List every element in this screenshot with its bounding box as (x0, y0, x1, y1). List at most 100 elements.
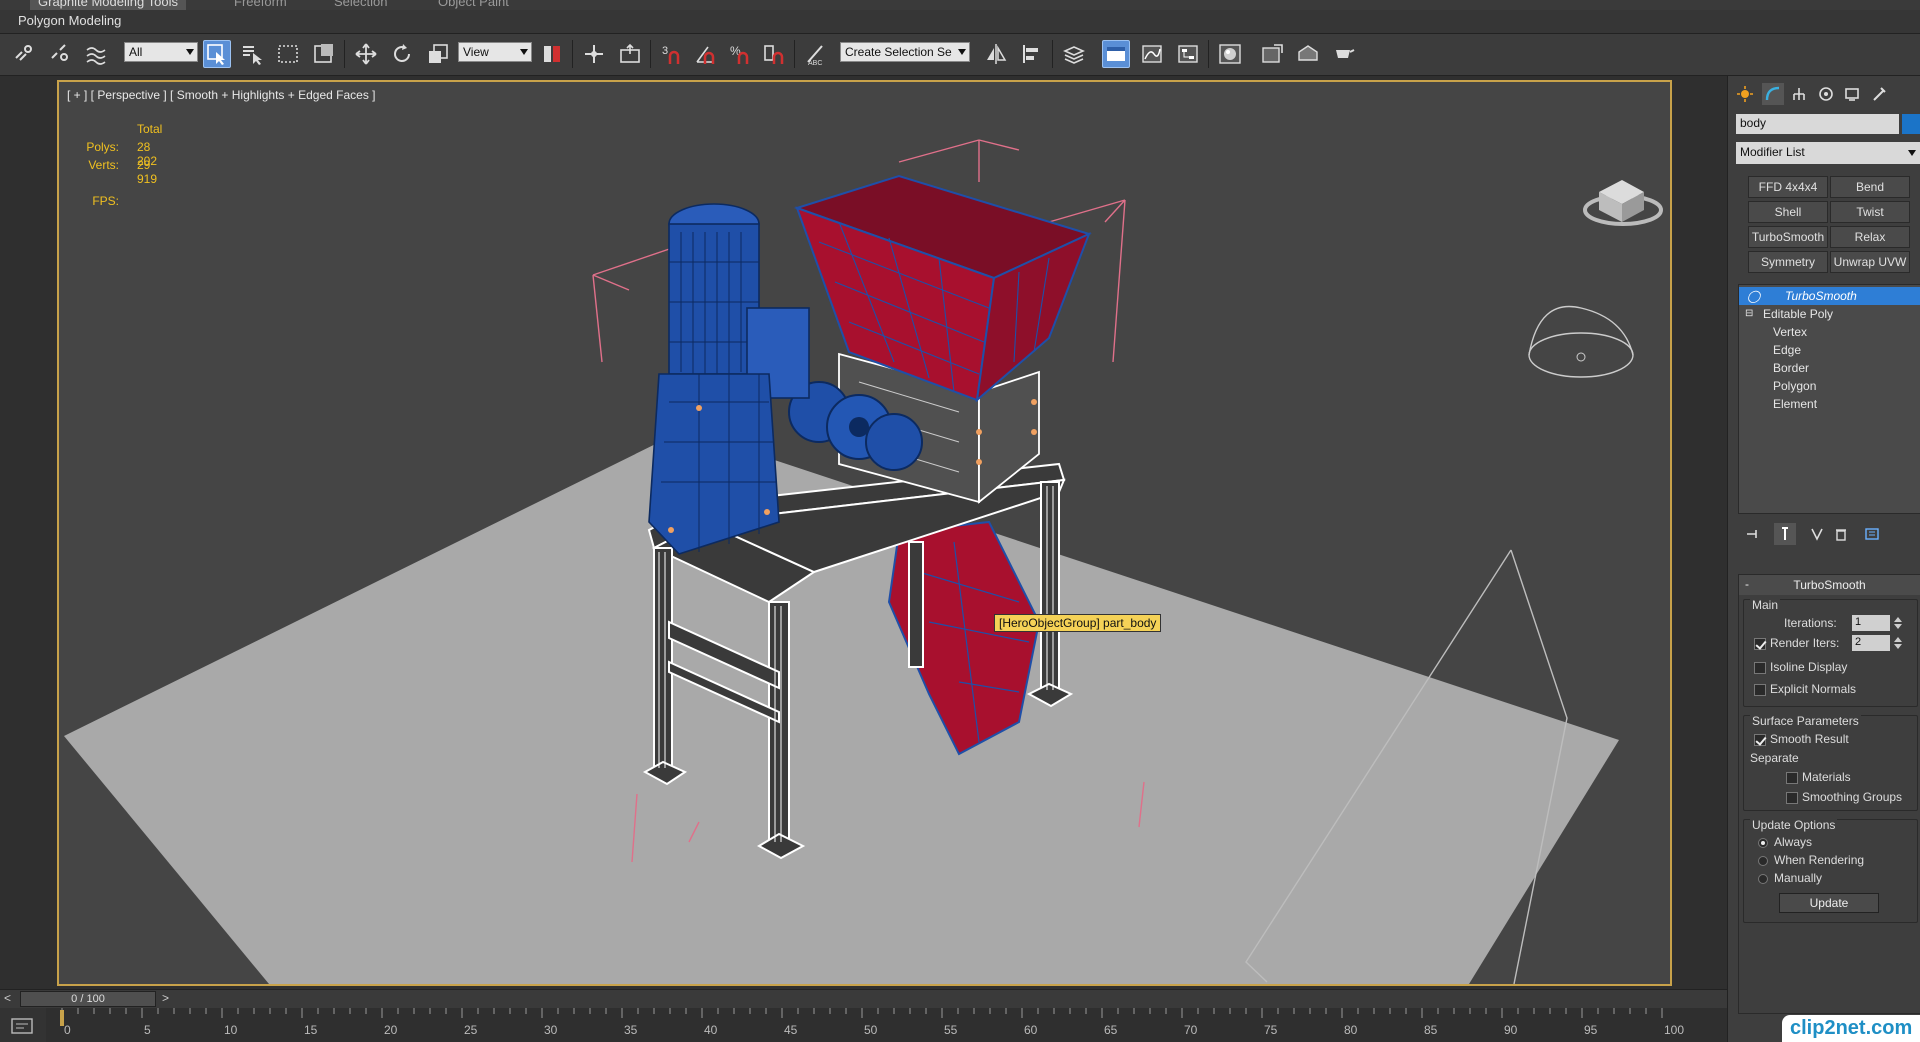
light-helper[interactable] (1528, 305, 1634, 378)
iterations-spinner[interactable]: 1 (1852, 615, 1890, 631)
watermark-logo: clip2net.com (1782, 1015, 1920, 1042)
object-color-swatch[interactable] (1902, 114, 1920, 134)
stack-item-element[interactable]: Element (1739, 395, 1920, 413)
edit-named-sel-icon[interactable]: ABC (802, 40, 830, 68)
modify-tab-icon[interactable] (1762, 83, 1784, 105)
modifier-button-ffd[interactable]: FFD 4x4x4 (1748, 176, 1828, 198)
named-selection-dropdown[interactable]: Create Selection Se (840, 42, 970, 62)
angle-snap-icon[interactable] (692, 40, 720, 68)
mirror-icon[interactable] (982, 40, 1010, 68)
materials-checkbox[interactable] (1786, 772, 1798, 784)
modifier-button-symmetry[interactable]: Symmetry (1748, 251, 1828, 273)
frame-ruler[interactable]: 0 5 10 15 20 25 30 35 40 45 50 55 60 65 70 75 80 85 90 95 10… (0, 1008, 1727, 1042)
render-iters-spinner[interactable]: 2 (1852, 635, 1890, 651)
selection-filter-dropdown[interactable]: All (124, 42, 198, 62)
render-iters-checkbox[interactable] (1754, 638, 1766, 650)
explicit-normals-checkbox[interactable] (1754, 684, 1766, 696)
lightbulb-icon[interactable]: ◯ (1747, 287, 1760, 305)
smoothing-groups-checkbox[interactable] (1786, 792, 1798, 804)
tab-freeform[interactable]: Freeform (226, 0, 295, 10)
rotate-icon[interactable] (388, 40, 416, 68)
modifier-list-dropdown[interactable]: Modifier List (1736, 142, 1920, 164)
scale-icon[interactable] (424, 40, 452, 68)
stack-item-label: Vertex (1773, 325, 1808, 339)
time-cursor[interactable] (60, 1010, 64, 1026)
stack-item-turbosmooth[interactable]: ◯ TurboSmooth (1739, 287, 1920, 305)
ribbon-toggle-icon[interactable] (1102, 40, 1130, 68)
show-end-result-icon[interactable] (1774, 523, 1796, 545)
keyboard-shortcut-icon[interactable] (616, 40, 644, 68)
remove-modifier-icon[interactable] (1830, 523, 1852, 545)
stack-item-polygon[interactable]: Polygon (1739, 377, 1920, 395)
app-window: Graphite Modeling Tools Freeform Selecti… (0, 0, 1920, 1042)
window-crossing-icon[interactable] (310, 40, 338, 68)
rollout-header[interactable]: - TurboSmooth (1739, 575, 1920, 595)
move-icon[interactable] (352, 40, 380, 68)
stack-item-edge[interactable]: Edge (1739, 341, 1920, 359)
update-always-radio[interactable] (1758, 838, 1768, 848)
curve-editor-icon[interactable] (1138, 40, 1166, 68)
viewport-label[interactable]: [ + ] [ Perspective ] [ Smooth + Highlig… (67, 88, 376, 102)
view-cube[interactable] (1583, 180, 1663, 226)
iterations-spinner-arrows[interactable] (1893, 615, 1903, 631)
update-button[interactable]: Update (1779, 893, 1879, 913)
ruler-label: 65 (1104, 1023, 1118, 1037)
update-when-rendering-radio[interactable] (1758, 856, 1768, 866)
stack-item-vertex[interactable]: Vertex (1739, 323, 1920, 341)
ribbon-panel-label[interactable]: Polygon Modeling (18, 13, 121, 28)
time-slider-thumb[interactable]: 0 / 100 (20, 991, 156, 1007)
modifier-button-relax[interactable]: Relax (1830, 226, 1910, 248)
modifier-button-turbosmooth[interactable]: TurboSmooth (1748, 226, 1828, 248)
snap-label: 3 (662, 45, 668, 57)
pin-stack-icon[interactable] (1742, 523, 1764, 545)
material-editor-icon[interactable] (1216, 40, 1244, 68)
make-unique-icon[interactable] (1806, 523, 1828, 545)
link-icon[interactable] (10, 40, 38, 68)
modifier-button-twist[interactable]: Twist (1830, 201, 1910, 223)
hierarchy-tab-icon[interactable] (1788, 83, 1810, 105)
configure-sets-icon[interactable] (1862, 523, 1884, 545)
schematic-view-icon[interactable] (1174, 40, 1202, 68)
modifier-button-unwrap-uvw[interactable]: Unwrap UVW (1830, 251, 1910, 273)
render-setup-icon[interactable] (1258, 40, 1286, 68)
motion-tab-icon[interactable] (1815, 83, 1837, 105)
smooth-result-checkbox[interactable] (1754, 734, 1766, 746)
layer-manager-icon[interactable] (1060, 40, 1088, 68)
isoline-display-checkbox[interactable] (1754, 662, 1766, 674)
create-tab-icon[interactable] (1734, 83, 1756, 105)
ref-coord-dropdown[interactable]: View (458, 42, 532, 62)
modifier-button-shell[interactable]: Shell (1748, 201, 1828, 223)
snap-icon[interactable]: 3 (658, 40, 686, 68)
render-iters-spinner-arrows[interactable] (1893, 635, 1903, 651)
time-slider-prev[interactable]: < (4, 991, 11, 1005)
collapse-icon[interactable]: ⊟ (1745, 305, 1753, 323)
perspective-viewport[interactable]: [ + ] [ Perspective ] [ Smooth + Highlig… (57, 80, 1672, 986)
bind-spacewarp-icon[interactable] (82, 40, 110, 68)
time-slider[interactable]: < 0 / 100 > (0, 990, 1727, 1008)
manipulate-icon[interactable] (580, 40, 608, 68)
select-by-name-icon[interactable] (238, 40, 266, 68)
tab-graphite-modeling-tools[interactable]: Graphite Modeling Tools (30, 0, 186, 10)
stack-toolbar (1738, 521, 1920, 547)
stack-item-border[interactable]: Border (1739, 359, 1920, 377)
tab-selection[interactable]: Selection (326, 0, 395, 10)
select-object-icon[interactable] (203, 40, 231, 68)
object-name-field[interactable]: body (1736, 114, 1899, 134)
time-slider-next[interactable]: > (162, 991, 169, 1005)
spinner-snap-icon[interactable] (760, 40, 788, 68)
stack-item-editable-poly[interactable]: ⊟ Editable Poly (1739, 305, 1920, 323)
percent-snap-icon[interactable]: % (726, 40, 754, 68)
update-manually-radio[interactable] (1758, 874, 1768, 884)
tab-object-paint[interactable]: Object Paint (430, 0, 517, 10)
rect-region-icon[interactable] (274, 40, 302, 68)
rendered-frame-icon[interactable] (1294, 40, 1322, 68)
utilities-tab-icon[interactable] (1868, 83, 1890, 105)
update-options-label: Update Options (1750, 818, 1838, 832)
unlink-icon[interactable] (46, 40, 74, 68)
render-icon[interactable] (1330, 40, 1358, 68)
display-tab-icon[interactable] (1841, 83, 1863, 105)
align-icon[interactable] (1018, 40, 1046, 68)
pivot-icon[interactable] (538, 40, 566, 68)
modifier-button-bend[interactable]: Bend (1830, 176, 1910, 198)
ruler-label: 85 (1424, 1023, 1438, 1037)
